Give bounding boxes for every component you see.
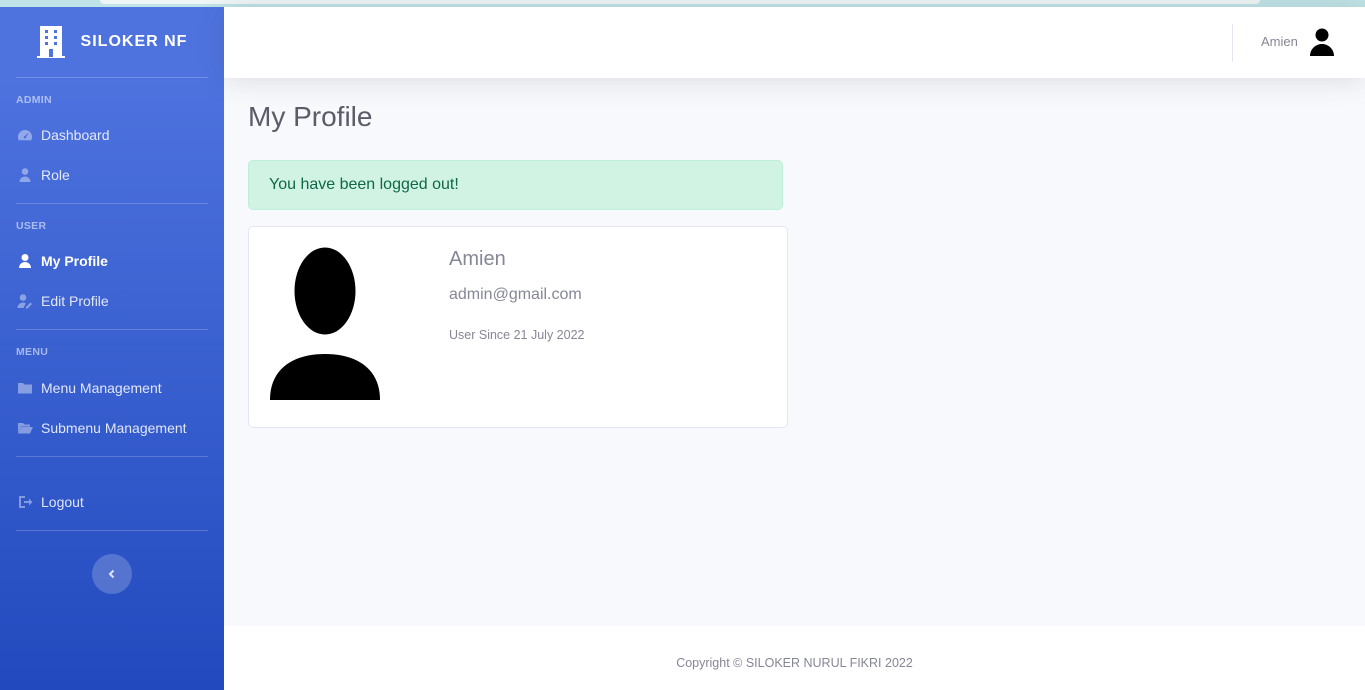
- sidebar-item-logout[interactable]: Logout: [0, 482, 224, 522]
- user-tie-icon: [16, 167, 33, 184]
- sidebar-item-menu-management[interactable]: Menu Management: [0, 368, 224, 408]
- alert-message: You have been logged out!: [269, 176, 459, 193]
- sidebar-item-dashboard[interactable]: Dashboard: [0, 115, 224, 155]
- sidebar-divider: [16, 456, 208, 457]
- chevron-left-icon: [108, 569, 115, 579]
- user-icon[interactable]: [1307, 27, 1337, 57]
- sidebar-heading-admin: ADMIN: [16, 94, 52, 106]
- logout-alert: You have been logged out!: [248, 160, 783, 210]
- sidebar-item-label: Role: [41, 167, 70, 183]
- footer: Copyright © SILOKER NURUL FIKRI 2022: [224, 626, 1365, 690]
- user-edit-icon: [16, 293, 33, 310]
- profile-avatar: [270, 247, 380, 400]
- tachometer-icon: [16, 127, 33, 144]
- sidebar-divider: [16, 77, 208, 78]
- sidebar-item-label: Menu Management: [41, 380, 162, 396]
- sidebar-item-label: My Profile: [41, 253, 108, 269]
- topbar-user-name[interactable]: Amien: [1261, 34, 1298, 49]
- user-icon: [16, 253, 33, 270]
- sidebar-item-label: Dashboard: [41, 127, 110, 143]
- sidebar-toggle-button[interactable]: [92, 554, 132, 594]
- footer-copyright: Copyright © SILOKER NURUL FIKRI 2022: [676, 656, 913, 670]
- brand-name: SILOKER NF: [80, 33, 188, 50]
- sidebar-item-label: Logout: [41, 494, 84, 510]
- sidebar-divider: [16, 329, 208, 330]
- sidebar-brand[interactable]: SILOKER NF: [0, 7, 224, 77]
- sign-out-icon: [16, 494, 33, 511]
- sidebar-item-label: Edit Profile: [41, 293, 109, 309]
- sidebar-item-submenu-management[interactable]: Submenu Management: [0, 408, 224, 448]
- sidebar-heading-menu: MENU: [16, 346, 49, 358]
- building-icon: [36, 26, 65, 58]
- topbar: Amien: [224, 7, 1365, 78]
- sidebar-divider: [16, 203, 208, 204]
- sidebar: SILOKER NF ADMIN Dashboard Role USER My …: [0, 7, 224, 690]
- folder-open-icon: [16, 420, 33, 437]
- profile-email: admin@gmail.com: [449, 286, 582, 303]
- topbar-divider: [1232, 24, 1233, 62]
- sidebar-heading-user: USER: [16, 220, 47, 232]
- sidebar-item-label: Submenu Management: [41, 420, 187, 436]
- sidebar-divider: [16, 530, 208, 531]
- page-title: My Profile: [248, 101, 373, 132]
- profile-card: Amien admin@gmail.com User Since 21 July…: [248, 226, 788, 428]
- folder-icon: [16, 380, 33, 397]
- sidebar-item-my-profile[interactable]: My Profile: [0, 241, 224, 281]
- browser-strip: [0, 0, 1365, 7]
- profile-since: User Since 21 July 2022: [449, 328, 585, 342]
- sidebar-item-edit-profile[interactable]: Edit Profile: [0, 281, 224, 321]
- profile-name: Amien: [449, 248, 506, 270]
- sidebar-item-role[interactable]: Role: [0, 155, 224, 195]
- browser-address-pill: [100, 0, 1260, 4]
